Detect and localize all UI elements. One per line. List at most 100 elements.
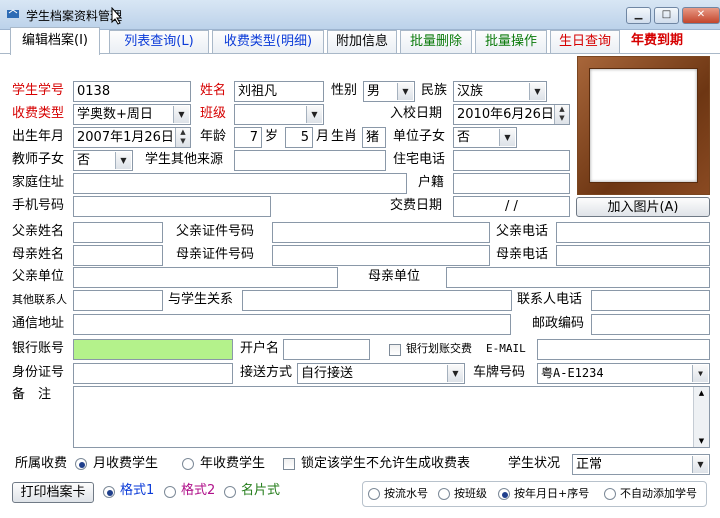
- relation-input[interactable]: [242, 290, 512, 311]
- label-account-name: 开户名: [240, 341, 280, 356]
- mother-id-input[interactable]: [272, 245, 490, 266]
- contact-phone-input[interactable]: [591, 290, 710, 311]
- home-address-input[interactable]: [73, 173, 407, 194]
- label-work-unit-child: 单位子女: [393, 129, 446, 144]
- format2-radio[interactable]: [164, 486, 176, 498]
- tab-list-query[interactable]: 列表查询(L): [109, 30, 209, 54]
- label-fee-group: 所属收费: [15, 456, 68, 471]
- enroll-date-input[interactable]: 2010年6月26日 ▲ ▼: [453, 104, 570, 125]
- tab-edit-record[interactable]: 编辑档案(I): [10, 27, 100, 55]
- maximize-button[interactable]: □: [654, 7, 679, 24]
- work-unit-child-select[interactable]: 否 ▼: [453, 127, 517, 148]
- lock-checkbox[interactable]: [283, 458, 295, 470]
- postcode-input[interactable]: [591, 314, 710, 335]
- yearly-radio[interactable]: [182, 458, 194, 470]
- chevron-down-icon[interactable]: ▼: [447, 365, 463, 382]
- zodiac-input[interactable]: 猪: [362, 127, 386, 148]
- father-phone-input[interactable]: [556, 222, 710, 243]
- mobile-input[interactable]: [73, 196, 271, 217]
- age-year-input[interactable]: 7: [234, 127, 262, 148]
- bank-debit-checkbox[interactable]: [389, 344, 401, 356]
- chevron-down-icon[interactable]: ▼: [173, 106, 189, 123]
- label-no-auto: 不自动添加学号: [620, 487, 697, 500]
- mother-name-input[interactable]: [73, 245, 163, 266]
- account-name-input[interactable]: [283, 339, 370, 360]
- close-button[interactable]: ✕: [682, 7, 720, 24]
- student-no-input[interactable]: 0138: [73, 81, 191, 102]
- spinner-icon[interactable]: ▲ ▼: [554, 105, 569, 124]
- label-format2: 格式2: [181, 483, 216, 498]
- label-mother-id: 母亲证件号码: [176, 247, 255, 262]
- tab-birthday-query[interactable]: 生日查询: [550, 30, 620, 54]
- id-no-input[interactable]: [73, 363, 233, 384]
- tab-batch-operate[interactable]: 批量操作: [475, 30, 547, 54]
- bank-account-input[interactable]: [73, 339, 233, 360]
- label-lock: 锁定该学生不允许生成收费表: [301, 456, 471, 471]
- tab-extra-info[interactable]: 附加信息: [327, 30, 397, 54]
- chevron-down-icon[interactable]: ▼: [499, 129, 515, 146]
- student-status-select[interactable]: 正常 ▼: [572, 454, 710, 475]
- label-other-contact: 其他联系人: [12, 293, 67, 306]
- tab-batch-delete[interactable]: 批量删除: [400, 30, 472, 54]
- by-serial-radio[interactable]: [368, 488, 380, 500]
- by-birth-radio[interactable]: [498, 488, 510, 500]
- father-name-input[interactable]: [73, 222, 163, 243]
- by-class-radio[interactable]: [438, 488, 450, 500]
- spinner-icon[interactable]: ▲ ▼: [175, 128, 190, 147]
- name-card-radio[interactable]: [224, 486, 236, 498]
- other-source-input[interactable]: [234, 150, 386, 171]
- age-month-input[interactable]: 5: [285, 127, 313, 148]
- fee-type-select[interactable]: 学奥数+周日 ▼: [73, 104, 191, 125]
- tab-fee-type[interactable]: 收费类型(明细): [212, 30, 324, 54]
- chevron-down-icon[interactable]: ▼: [115, 152, 131, 169]
- remarks-scrollbar[interactable]: ▲ ▼: [693, 387, 709, 447]
- label-home-address: 家庭住址: [12, 175, 65, 190]
- format1-radio[interactable]: [103, 486, 115, 498]
- label-age: 年龄: [200, 129, 227, 144]
- scroll-down-icon[interactable]: ▼: [694, 435, 709, 447]
- gender-select[interactable]: 男 ▼: [363, 81, 415, 102]
- home-phone-input[interactable]: [453, 150, 570, 171]
- mother-unit-input[interactable]: [446, 267, 710, 288]
- father-id-input[interactable]: [272, 222, 490, 243]
- chevron-down-icon[interactable]: ▼: [529, 83, 545, 100]
- scroll-up-icon[interactable]: ▲: [694, 387, 709, 399]
- label-birth-date: 出生年月: [12, 129, 65, 144]
- mother-phone-input[interactable]: [556, 245, 710, 266]
- chevron-down-icon[interactable]: ▼: [692, 365, 708, 382]
- ethnicity-select[interactable]: 汉族 ▼: [453, 81, 547, 102]
- label-enroll-date: 入校日期: [390, 106, 443, 121]
- teacher-child-select[interactable]: 否 ▼: [73, 150, 133, 171]
- pay-date-input[interactable]: / /: [453, 196, 570, 217]
- label-monthly: 月收费学生: [93, 456, 159, 471]
- tab-annual-expiry[interactable]: 年费到期: [621, 30, 693, 54]
- chevron-down-icon[interactable]: ▼: [397, 83, 413, 100]
- other-contact-input[interactable]: [73, 290, 163, 311]
- no-auto-radio[interactable]: [604, 488, 616, 500]
- birth-date-input[interactable]: 2007年1月26日 ▲ ▼: [73, 127, 191, 148]
- chevron-down-icon[interactable]: ▼: [306, 106, 322, 123]
- label-contact-phone: 联系人电话: [517, 292, 583, 307]
- photo-frame[interactable]: [577, 56, 710, 195]
- class-select[interactable]: ▼: [234, 104, 324, 125]
- label-father-id: 父亲证件号码: [176, 224, 255, 239]
- add-photo-button[interactable]: 加入图片(A): [576, 197, 710, 217]
- label-plate: 车牌号码: [473, 365, 526, 380]
- label-mother-unit: 母亲单位: [368, 269, 421, 284]
- remarks-textarea[interactable]: ▲ ▼: [73, 386, 710, 448]
- minimize-button[interactable]: ▁: [626, 7, 651, 24]
- chevron-down-icon[interactable]: ▼: [692, 456, 708, 473]
- plate-select[interactable]: 粤A-E1234 ▼: [537, 363, 710, 384]
- label-father-phone: 父亲电话: [496, 224, 549, 239]
- email-input[interactable]: [537, 339, 710, 360]
- father-unit-input[interactable]: [73, 267, 338, 288]
- label-home-phone: 住宅电话: [393, 152, 446, 167]
- name-input[interactable]: 刘祖凡: [234, 81, 324, 102]
- transport-select[interactable]: 自行接送 ▼: [297, 363, 465, 384]
- monthly-radio[interactable]: [75, 458, 87, 470]
- label-pay-date: 交费日期: [390, 198, 443, 213]
- hukou-input[interactable]: [453, 173, 570, 194]
- window-title: 学生档案资料管理: [26, 9, 123, 23]
- print-card-button[interactable]: 打印档案卡: [12, 482, 94, 503]
- address-input[interactable]: [73, 314, 511, 335]
